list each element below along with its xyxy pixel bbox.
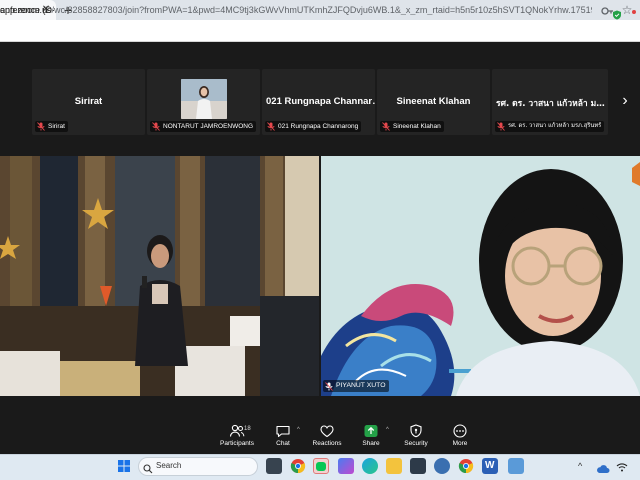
copilot-icon[interactable]: [338, 458, 354, 474]
video-feed-speaker[interactable]: [321, 156, 640, 396]
participant-label-text: NONTARUT JAMROENWONG: [163, 123, 254, 130]
participant-tile[interactable]: Sineenat Klahan Sineenat Klahan: [377, 69, 490, 135]
security-label: Security: [404, 440, 428, 447]
chevron-up-icon[interactable]: ^: [578, 461, 588, 471]
more-button[interactable]: More: [435, 424, 485, 452]
participant-label: Sineenat Klahan: [380, 121, 444, 132]
mic-muted-icon: [37, 122, 45, 131]
url-host: app.zoom.us: [0, 5, 52, 15]
taskview-icon[interactable]: [266, 458, 282, 474]
participant-photo: [181, 79, 227, 119]
more-label: More: [452, 440, 468, 447]
mic-muted-icon: [152, 122, 160, 131]
speaker-label: PIYANUT XUTO: [323, 380, 390, 392]
chrome-icon[interactable]: [290, 458, 306, 474]
more-icon: [453, 424, 467, 438]
url-text[interactable]: app.zoom.us/wc/82858827803/join?fromPWA=…: [0, 5, 592, 15]
participant-label: Sirirat: [35, 121, 68, 132]
speaker-name: PIYANUT XUTO: [336, 382, 386, 389]
mic-muted-icon: [325, 381, 333, 391]
share-caret-icon[interactable]: ^: [386, 427, 389, 433]
participant-display-name: Sineenat Klahan: [396, 96, 471, 107]
participant-display-name: 021 Rungnapa Channar…: [266, 96, 375, 107]
chevron-right-icon[interactable]: ›: [614, 69, 636, 135]
participant-label-text: Sineenat Klahan: [393, 123, 441, 130]
participants-button[interactable]: Participants: [212, 424, 262, 452]
participant-tile[interactable]: รศ. ดร. วาสนา แก้วหล้า ม… รศ. ดร. วาสนา …: [492, 69, 608, 135]
mic-muted-icon: [267, 122, 275, 131]
zoom-icon[interactable]: [410, 458, 426, 474]
edge-icon[interactable]: [362, 458, 378, 474]
participant-label: รศ. ดร. วาสนา แก้วหล้า มรภ.สุรินทร์: [495, 121, 605, 132]
participant-label-text: 021 Rungnapa Channarong: [278, 123, 359, 130]
participants-icon: [229, 424, 245, 437]
status-dot-icon: [632, 10, 636, 14]
mic-muted-icon: [382, 122, 390, 131]
participant-label-text: รศ. ดร. วาสนา แก้วหล้า มรภ.สุรินทร์: [508, 123, 602, 129]
heart-icon: [320, 425, 334, 438]
participant-tile[interactable]: 021 Rungnapa Channar… 021 Rungnapa Chann…: [262, 69, 375, 135]
chat-caret-icon[interactable]: ^: [297, 427, 300, 433]
participant-tile[interactable]: NONTARUT JAMROENWONG: [147, 69, 260, 135]
cloud-icon[interactable]: [596, 461, 610, 473]
participant-label: 021 Rungnapa Channarong: [265, 121, 362, 132]
reactions-button[interactable]: Reactions: [302, 424, 352, 452]
search-icon: [143, 461, 153, 474]
chat-icon: [276, 425, 290, 438]
zoom-top-bar: [0, 42, 640, 66]
participant-display-name: Sirirat: [74, 96, 103, 107]
reactions-label: Reactions: [312, 440, 342, 447]
chrome-icon[interactable]: [458, 458, 474, 474]
video-feed-room[interactable]: [0, 156, 319, 396]
chat-label: Chat: [276, 440, 290, 447]
share-icon: [364, 425, 378, 437]
wifi-icon[interactable]: [616, 460, 628, 472]
participants-label: Participants: [220, 440, 254, 447]
file-explorer-icon[interactable]: [386, 458, 402, 474]
address-bar[interactable]: [0, 20, 640, 42]
url-path: /wc/82858827803/join?fromPWA=1&pwd=4MC9t…: [51, 5, 592, 15]
participant-label: NONTARUT JAMROENWONG: [150, 121, 257, 132]
line-icon[interactable]: [313, 458, 329, 474]
share-label: Share: [362, 440, 380, 447]
mic-muted-icon: [497, 122, 505, 131]
security-button[interactable]: Security: [391, 424, 441, 452]
chrome-profile-icon[interactable]: [434, 458, 450, 474]
shield-icon[interactable]: [612, 7, 622, 20]
participant-label-text: Sirirat: [48, 123, 65, 130]
shield-icon: [410, 424, 422, 438]
chat-button[interactable]: Chat: [258, 424, 308, 452]
word-icon[interactable]: W: [482, 458, 498, 474]
participant-tile[interactable]: Sirirat Sirirat: [32, 69, 145, 135]
windows-start-icon[interactable]: [116, 458, 132, 474]
search-label: Search: [156, 461, 182, 470]
participant-display-name: รศ. ดร. วาสนา แก้วหล้า ม…: [496, 99, 605, 109]
app-icon[interactable]: [508, 458, 524, 474]
participant-count: 18: [244, 426, 251, 432]
